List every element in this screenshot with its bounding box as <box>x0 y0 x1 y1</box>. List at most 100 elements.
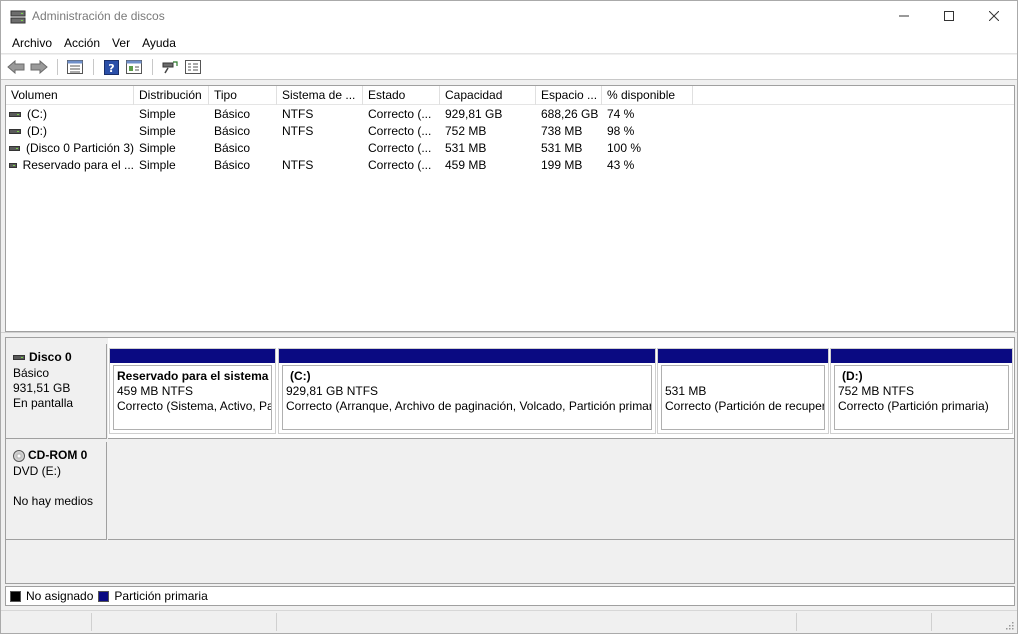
properties-list-icon <box>67 60 83 74</box>
maximize-icon <box>944 11 954 21</box>
volume-capacidad: 531 MB <box>445 141 487 155</box>
svg-text:?: ? <box>108 62 114 75</box>
unallocated-swatch <box>10 590 21 602</box>
volume-espacio: 688,26 GB <box>541 107 599 121</box>
disk-management-app-icon <box>10 10 26 24</box>
volume-tipo: Básico <box>214 107 251 121</box>
properties-list-button[interactable] <box>64 56 86 78</box>
status-segment <box>931 613 932 631</box>
legend-label: Partición primaria <box>114 589 208 603</box>
partition-d[interactable]: (D:) 752 MB NTFS Correcto (Partición pri… <box>830 348 1013 434</box>
volume-row-c[interactable]: (C:) Simple Básico NTFS Correcto (... 92… <box>6 106 1014 123</box>
disk-management-window: Administración de discos Archivo Acción … <box>0 0 1018 634</box>
volume-estado: Correcto (... <box>368 141 432 155</box>
legend-item-unallocated: No asignado <box>10 589 93 603</box>
column-sistema[interactable]: Sistema de ... <box>277 86 363 105</box>
toolbar-separator <box>57 59 58 75</box>
menu-archivo[interactable]: Archivo <box>6 33 58 53</box>
volume-espacio: 199 MB <box>541 158 583 172</box>
volume-distribucion: Simple <box>139 141 176 155</box>
drive-icon <box>9 146 20 151</box>
partition-title: Reservado para el sistema <box>117 369 269 383</box>
disk-0-partitions: Reservado para el sistema 459 MB NTFS Co… <box>108 338 1014 439</box>
legend-label: No asignado <box>26 589 94 603</box>
column-espacio[interactable]: Espacio ... <box>536 86 602 105</box>
partition-size: 459 MB NTFS <box>117 384 194 398</box>
legend: No asignado Partición primaria <box>5 586 1015 606</box>
disk-0-name: Disco 0 <box>29 350 72 364</box>
partition-c[interactable]: (C:) 929,81 GB NTFS Correcto (Arranque, … <box>278 348 656 434</box>
disk-0-label[interactable]: Disco 0 Básico 931,51 GB En pantalla <box>6 344 107 439</box>
disk-list-button[interactable] <box>182 56 204 78</box>
cdrom-0-label[interactable]: CD-ROM 0 DVD (E:) No hay medios <box>6 442 107 540</box>
volume-disponible: 43 % <box>607 158 635 172</box>
column-distribucion[interactable]: Distribución <box>134 86 209 105</box>
volume-disponible: 98 % <box>607 124 635 138</box>
volume-sistema: NTFS <box>282 158 314 172</box>
column-tipo[interactable]: Tipo <box>209 86 277 105</box>
volume-row-partition3[interactable]: (Disco 0 Partición 3) Simple Básico Corr… <box>6 140 1014 157</box>
status-segment <box>276 613 277 631</box>
menu-ayuda[interactable]: Ayuda <box>136 33 182 53</box>
forward-icon <box>30 60 48 74</box>
volume-disponible: 74 % <box>607 107 635 121</box>
back-icon <box>7 60 25 74</box>
primary-partition-bar <box>279 349 655 363</box>
volume-distribucion: Simple <box>139 107 176 121</box>
toolbar-separator <box>152 59 153 75</box>
partition-reserved[interactable]: Reservado para el sistema 459 MB NTFS Co… <box>109 348 276 434</box>
help-button[interactable]: ? <box>100 56 122 78</box>
column-volumen[interactable]: Volumen <box>6 86 134 105</box>
legend-item-primary: Partición primaria <box>98 589 208 603</box>
disk-0-size: 931,51 GB <box>13 381 71 395</box>
volume-row-d[interactable]: (D:) Simple Básico NTFS Correcto (... 75… <box>6 123 1014 140</box>
partition-size: 531 MB <box>665 384 707 398</box>
partition-status: Correcto (Arranque, Archivo de paginació… <box>286 399 652 413</box>
volume-tipo: Básico <box>214 124 251 138</box>
minimize-icon <box>899 15 909 17</box>
partition-recovery[interactable]: 531 MB Correcto (Partición de recuperaci… <box>657 348 829 434</box>
cdrom-0-status: No hay medios <box>13 494 94 508</box>
volume-list-header: Volumen Distribución Tipo Sistema de ...… <box>6 86 1014 105</box>
volume-name: Reservado para el ... <box>22 158 134 172</box>
column-disponible[interactable]: % disponible <box>602 86 693 105</box>
volume-espacio: 738 MB <box>541 124 583 138</box>
view-panel-button[interactable] <box>123 56 145 78</box>
view-panel-icon <box>126 60 142 74</box>
column-capacidad[interactable]: Capacidad <box>440 86 536 105</box>
volume-sistema <box>277 140 363 157</box>
volume-distribucion: Simple <box>139 158 176 172</box>
cdrom-0-type: DVD (E:) <box>13 464 61 478</box>
column-estado[interactable]: Estado <box>363 86 440 105</box>
partition-size: 929,81 GB NTFS <box>286 384 379 398</box>
partition-title: (D:) <box>842 369 863 383</box>
pane-splitter[interactable] <box>1 332 1017 336</box>
forward-button[interactable] <box>28 56 50 78</box>
window-title: Administración de discos <box>32 9 165 23</box>
toolbar: ? <box>1 55 1017 80</box>
volume-distribucion: Simple <box>139 124 176 138</box>
primary-partition-bar <box>831 349 1012 363</box>
maximize-button[interactable] <box>926 1 972 31</box>
back-button[interactable] <box>5 56 27 78</box>
title-bar: Administración de discos <box>1 1 1017 32</box>
volume-name: (C:) <box>27 107 47 121</box>
menu-ver[interactable]: Ver <box>106 33 136 53</box>
minimize-button[interactable] <box>881 1 927 31</box>
volume-tipo: Básico <box>214 158 251 172</box>
disk-list-icon <box>185 60 201 74</box>
drive-icon <box>9 163 17 168</box>
rescan-icon <box>162 61 178 74</box>
volume-estado: Correcto (... <box>368 158 432 172</box>
partition-status: Correcto (Partición primaria) <box>838 399 989 413</box>
status-bar <box>1 610 1017 633</box>
close-button[interactable] <box>971 1 1017 31</box>
drive-icon <box>9 129 21 134</box>
menu-accion[interactable]: Acción <box>58 33 106 53</box>
rescan-button[interactable] <box>159 56 181 78</box>
volume-capacidad: 929,81 GB <box>445 107 503 121</box>
primary-partition-bar <box>658 349 828 363</box>
resize-grip-icon[interactable] <box>1004 620 1014 630</box>
volume-row-reserved[interactable]: Reservado para el ... Simple Básico NTFS… <box>6 157 1014 174</box>
volume-estado: Correcto (... <box>368 124 432 138</box>
